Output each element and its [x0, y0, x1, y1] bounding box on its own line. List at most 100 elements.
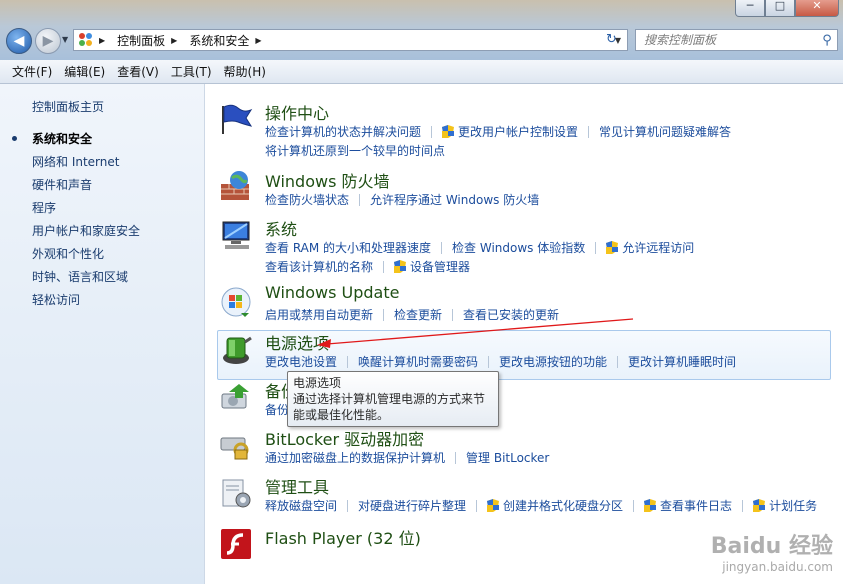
category-links: 更改电池设置 唤醒计算机时需要密码 更改电源按钮的功能 更改计算机睡眠时间 [265, 352, 835, 371]
sidebar-item-system-security[interactable]: 系统和安全 [12, 132, 140, 155]
sidebar-list: 系统和安全 网络和 Internet 硬件和声音 程序 用户帐户和家庭安全 外观… [12, 132, 140, 316]
task-link[interactable]: 更改电源按钮的功能 [499, 353, 607, 370]
task-link[interactable]: 检查更新 [394, 306, 442, 323]
link-row: 检查计算机的状态并解决问题 更改用户帐户控制设置 常见计算机问题疑难解答 [265, 122, 835, 141]
flash-player-icon[interactable] [219, 527, 253, 561]
task-link-label: 将计算机还原到一个较早的时间点 [265, 144, 446, 158]
power-options-icon[interactable] [219, 332, 253, 366]
task-link[interactable]: 允许远程访问 [606, 239, 694, 256]
task-link[interactable]: 计划任务 [753, 497, 817, 514]
sidebar-item-hardware-sound[interactable]: 硬件和声音 [32, 178, 140, 201]
category-links: 启用或禁用自动更新 检查更新 查看已安装的更新 [265, 305, 835, 324]
watermark-brand: Baidu 经验 [710, 534, 833, 559]
sidebar-home-link[interactable]: 控制面板主页 [32, 98, 104, 115]
task-link[interactable]: 检查防火墙状态 [265, 191, 349, 208]
firewall-icon[interactable] [219, 170, 253, 204]
task-link-label: 检查 Windows 体验指数 [452, 241, 586, 255]
breadcrumb-separator[interactable]: ▶ [171, 36, 177, 45]
sidebar-item-network[interactable]: 网络和 Internet [32, 155, 140, 178]
task-link-label: 创建并格式化硬盘分区 [503, 499, 624, 513]
task-link[interactable]: 查看事件日志 [644, 497, 732, 514]
menu-bar: 文件(F) 编辑(E) 查看(V) 工具(T) 帮助(H) [0, 60, 843, 84]
task-link[interactable]: 将计算机还原到一个较早的时间点 [265, 142, 445, 159]
task-link[interactable]: 允许程序通过 Windows 防火墙 [370, 191, 539, 208]
link-row: 查看该计算机的名称 设备管理器 [265, 257, 835, 276]
task-link[interactable]: 查看 RAM 的大小和处理器速度 [265, 239, 431, 256]
task-link[interactable]: 启用或禁用自动更新 [265, 306, 373, 323]
close-button[interactable]: ✕ [795, 0, 839, 17]
link-divider [383, 260, 385, 273]
task-link[interactable]: 更改用户帐户控制设置 [442, 123, 578, 140]
current-item-bullet [12, 136, 17, 141]
menu-file[interactable]: 文件(F) [6, 63, 58, 80]
link-row: 启用或禁用自动更新 检查更新 查看已安装的更新 [265, 305, 835, 324]
main-content: 操作中心 检查计算机的状态并解决问题 更改用户帐户控制设置 常见计算机问题疑难解答将计… [205, 84, 843, 584]
forward-button[interactable]: ▶ [35, 28, 61, 54]
task-link[interactable]: 释放磁盘空间 [265, 497, 337, 514]
refresh-icon[interactable]: ↻ [606, 32, 617, 47]
task-link-label: 通过加密磁盘上的数据保护计算机 [265, 451, 446, 465]
backup-icon[interactable] [219, 380, 253, 414]
task-link[interactable]: 常见计算机问题疑难解答 [599, 123, 731, 140]
task-link[interactable]: 唤醒计算机时需要密码 [358, 353, 478, 370]
task-link[interactable]: 查看已安装的更新 [463, 306, 559, 323]
back-button[interactable]: ◀ [6, 28, 32, 54]
category-title[interactable]: 操作中心 [265, 100, 329, 124]
link-divider [488, 355, 490, 368]
task-link[interactable]: 查看该计算机的名称 [265, 258, 373, 275]
category-title[interactable]: 电源选项 [265, 330, 329, 354]
task-link[interactable]: 创建并格式化硬盘分区 [487, 497, 623, 514]
flag-icon[interactable] [219, 102, 253, 136]
menu-tools[interactable]: 工具(T) [165, 63, 218, 80]
category-title[interactable]: Flash Player (32 位) [265, 525, 421, 549]
task-link-label: 查看 RAM 的大小和处理器速度 [265, 241, 432, 255]
task-link[interactable]: 通过加密磁盘上的数据保护计算机 [265, 449, 445, 466]
task-link-label: 常见计算机问题疑难解答 [599, 125, 732, 139]
link-divider [452, 308, 454, 321]
sidebar-item-programs[interactable]: 程序 [32, 201, 140, 224]
windows-update-icon[interactable] [219, 285, 253, 319]
tooltip-body: 通过选择计算机管理电源的方式来节能或最佳化性能。 [293, 392, 486, 422]
search-icon[interactable]: ⚲ [817, 33, 837, 48]
breadcrumb-separator[interactable]: ▶ [99, 36, 105, 45]
task-link-label: 释放磁盘空间 [265, 499, 338, 513]
bitlocker-icon[interactable] [219, 428, 253, 462]
breadcrumb-control-panel[interactable]: 控制面板 [117, 32, 165, 49]
search-box[interactable]: ⚲ [635, 29, 838, 51]
sidebar-item-user-accounts[interactable]: 用户帐户和家庭安全 [32, 224, 140, 247]
sidebar-item-clock-language[interactable]: 时钟、语言和区域 [32, 270, 140, 293]
minimize-button[interactable]: ─ [735, 0, 765, 17]
address-bar[interactable]: ▶ 控制面板 ▶ 系统和安全 ▶ ▼ [73, 29, 628, 51]
category-title[interactable]: Windows Update [265, 283, 399, 302]
task-link[interactable]: 更改计算机睡眠时间 [628, 353, 736, 370]
task-link[interactable]: 设备管理器 [394, 258, 470, 275]
watermark: Baidu 经验 jingyan.baidu.com [711, 528, 833, 574]
task-link-label: 启用或禁用自动更新 [265, 308, 374, 322]
power-options-tooltip: 电源选项 通过选择计算机管理电源的方式来节能或最佳化性能。 [287, 371, 499, 427]
task-link[interactable]: 更改电池设置 [265, 353, 337, 370]
task-link[interactable]: 管理 BitLocker [466, 449, 549, 466]
category-title[interactable]: 管理工具 [265, 474, 329, 498]
task-link[interactable]: 检查计算机的状态并解决问题 [265, 123, 421, 140]
maximize-button[interactable]: □ [765, 0, 795, 17]
search-input[interactable] [636, 30, 817, 50]
sidebar-item-ease-of-access[interactable]: 轻松访问 [32, 293, 140, 316]
category-links: 检查防火墙状态 允许程序通过 Windows 防火墙 [265, 190, 835, 209]
category-title[interactable]: Windows 防火墙 [265, 168, 390, 192]
sidebar-item-appearance[interactable]: 外观和个性化 [32, 247, 140, 270]
category-title[interactable]: BitLocker 驱动器加密 [265, 426, 424, 450]
category-title[interactable]: 系统 [265, 216, 297, 240]
menu-view[interactable]: 查看(V) [111, 63, 165, 80]
menu-edit[interactable]: 编辑(E) [58, 63, 111, 80]
link-row: 更改电池设置 唤醒计算机时需要密码 更改电源按钮的功能 更改计算机睡眠时间 [265, 352, 835, 371]
recent-pages-dropdown[interactable]: ▼ [62, 35, 68, 44]
task-link[interactable]: 对硬盘进行碎片整理 [358, 497, 466, 514]
admin-tools-icon[interactable] [219, 476, 253, 510]
link-divider [441, 241, 443, 254]
window-chrome: ─ □ ✕ ◀ ▶ ▼ ▶ 控制面板 ▶ 系统和安全 ▶ ▼ ↻ ⚲ [0, 0, 843, 60]
system-icon[interactable] [219, 218, 253, 252]
breadcrumb-separator[interactable]: ▶ [255, 36, 261, 45]
menu-help[interactable]: 帮助(H) [218, 63, 272, 80]
breadcrumb-system-security[interactable]: 系统和安全 [189, 32, 249, 49]
task-link[interactable]: 检查 Windows 体验指数 [452, 239, 585, 256]
